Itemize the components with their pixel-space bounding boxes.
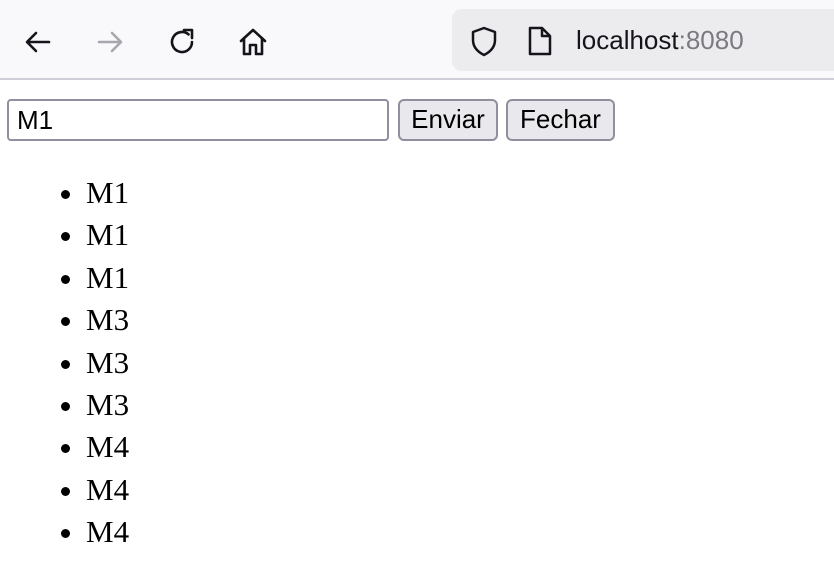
send-button[interactable]: Enviar bbox=[398, 99, 498, 141]
url-port: :8080 bbox=[678, 25, 744, 55]
page-content: Enviar Fechar M1 M1 M1 M3 M3 M3 M4 M4 M4 bbox=[0, 80, 834, 586]
list-item: M3 bbox=[86, 384, 129, 426]
reload-icon bbox=[170, 28, 194, 54]
list-item: M3 bbox=[86, 342, 129, 384]
close-button[interactable]: Fechar bbox=[506, 99, 615, 141]
home-button[interactable] bbox=[231, 20, 275, 64]
list-item: M1 bbox=[86, 257, 129, 299]
message-input[interactable] bbox=[7, 99, 389, 141]
browser-toolbar: localhost:8080 bbox=[0, 0, 834, 80]
list-item: M1 bbox=[86, 214, 129, 256]
list-item: M4 bbox=[86, 469, 129, 511]
list-item: M1 bbox=[86, 172, 129, 214]
home-icon bbox=[239, 28, 267, 56]
forward-button[interactable] bbox=[88, 20, 132, 64]
list-item: M4 bbox=[86, 426, 129, 468]
arrow-right-icon bbox=[97, 31, 123, 53]
shield-icon[interactable] bbox=[468, 25, 500, 57]
page-icon bbox=[528, 26, 552, 56]
message-list: M1 M1 M1 M3 M3 M3 M4 M4 M4 bbox=[0, 172, 129, 554]
reload-button[interactable] bbox=[160, 20, 204, 64]
url-text[interactable]: localhost:8080 bbox=[576, 24, 744, 56]
url-host: localhost bbox=[576, 25, 679, 55]
arrow-left-icon bbox=[25, 31, 51, 53]
list-item: M4 bbox=[86, 511, 129, 553]
url-bar[interactable]: localhost:8080 bbox=[452, 9, 834, 71]
back-button[interactable] bbox=[16, 20, 60, 64]
list-item: M3 bbox=[86, 299, 129, 341]
